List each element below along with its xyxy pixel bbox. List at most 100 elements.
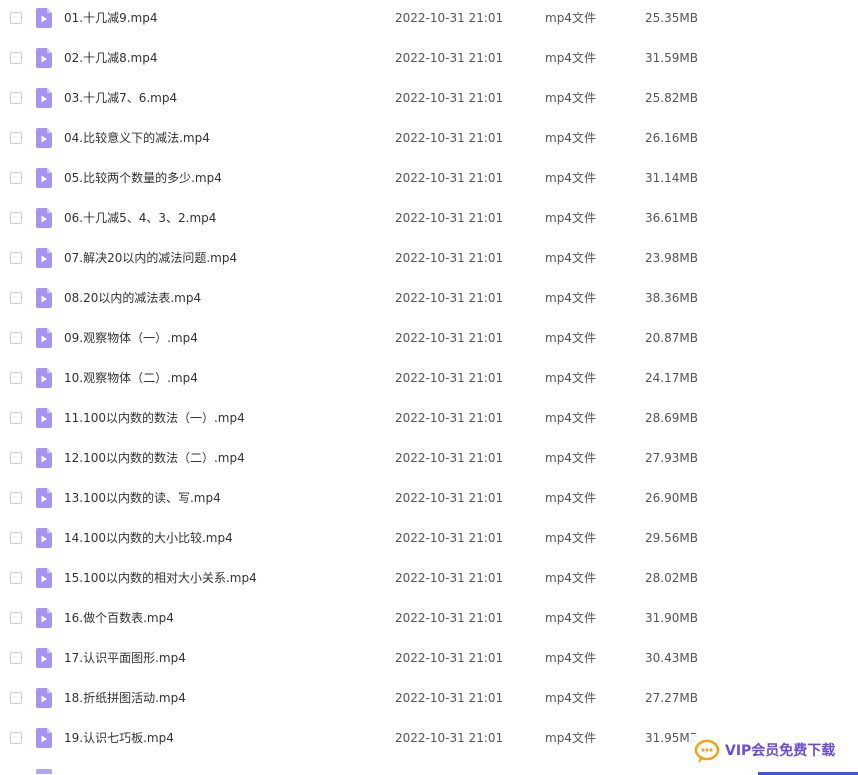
file-select-checkbox[interactable] [10,212,22,224]
file-select-checkbox[interactable] [10,52,22,64]
file-row[interactable]: 01.十几减9.mp4 2022-10-31 21:01 mp4文件 25.35MB [0,0,858,40]
file-type: mp4文件 [545,91,596,105]
file-type: mp4文件 [545,291,596,305]
file-select-checkbox[interactable] [10,572,22,584]
file-select-checkbox[interactable] [10,652,22,664]
file-type: mp4文件 [545,131,596,145]
file-size: 30.43MB [645,651,698,665]
file-name[interactable]: 09.观察物体（一）.mp4 [64,330,198,346]
vip-download-label[interactable]: VIP会员免费下载 [725,742,835,760]
file-select-checkbox[interactable] [10,492,22,504]
file-size: 31.59MB [645,51,698,65]
file-select-checkbox[interactable] [10,292,22,304]
video-file-icon [36,8,52,28]
file-modified-date: 2022-10-31 21:01 [395,211,504,225]
file-modified-date: 2022-10-31 21:01 [395,491,504,505]
file-modified-date: 2022-10-31 21:01 [395,411,504,425]
file-name[interactable]: 17.认识平面图形.mp4 [64,650,186,666]
file-row[interactable]: 12.100以内数的数法（二）.mp4 2022-10-31 21:01 mp4文件… [0,440,858,480]
file-select-checkbox[interactable] [10,172,22,184]
file-name[interactable]: 06.十几减5、4、3、2.mp4 [64,210,216,226]
file-size: 28.02MB [645,571,698,585]
file-size: 29.56MB [645,531,698,545]
file-name[interactable]: 14.100以内数的大小比较.mp4 [64,530,233,546]
file-row[interactable]: 02.十几减8.mp4 2022-10-31 21:01 mp4文件 31.59MB [0,40,858,80]
file-row[interactable]: 10.观察物体（二）.mp4 2022-10-31 21:01 mp4文件 24.17… [0,360,858,400]
file-modified-date: 2022-10-31 21:01 [395,691,504,705]
file-type: mp4文件 [545,491,596,505]
file-name[interactable]: 18.折纸拼图活动.mp4 [64,690,186,706]
file-name[interactable]: 16.做个百数表.mp4 [64,610,174,626]
file-select-checkbox[interactable] [10,12,22,24]
file-modified-date: 2022-10-31 21:01 [395,651,504,665]
file-select-checkbox[interactable] [10,332,22,344]
file-type: mp4文件 [545,211,596,225]
file-select-checkbox[interactable] [10,92,22,104]
file-modified-date: 2022-10-31 21:01 [395,131,504,145]
file-name[interactable]: 02.十几减8.mp4 [64,50,157,66]
file-type: mp4文件 [545,611,596,625]
file-select-checkbox[interactable] [10,372,22,384]
video-file-icon [36,368,52,388]
file-type: mp4文件 [545,11,596,25]
file-name[interactable]: 12.100以内数的数法（二）.mp4 [64,450,245,466]
file-row[interactable]: 03.十几减7、6.mp4 2022-10-31 21:01 mp4文件 25.82M… [0,80,858,120]
file-modified-date: 2022-10-31 21:01 [395,171,504,185]
file-name[interactable]: 15.100以内数的相对大小关系.mp4 [64,570,257,586]
partial-next-row [0,768,858,774]
file-type: mp4文件 [545,731,596,745]
video-file-icon [36,288,52,308]
file-row[interactable]: 08.20以内的减法表.mp4 2022-10-31 21:01 mp4文件 38.3… [0,280,858,320]
video-file-icon [36,648,52,668]
video-file-icon [36,208,52,228]
file-row[interactable]: 07.解决20以内的减法问题.mp4 2022-10-31 21:01 mp4文件 2… [0,240,858,280]
file-name[interactable]: 13.100以内数的读、写.mp4 [64,490,221,506]
file-row[interactable]: 13.100以内数的读、写.mp4 2022-10-31 21:01 mp4文件 26… [0,480,858,520]
file-modified-date: 2022-10-31 21:01 [395,371,504,385]
file-type: mp4文件 [545,451,596,465]
file-name[interactable]: 07.解决20以内的减法问题.mp4 [64,250,237,266]
file-type: mp4文件 [545,171,596,185]
file-select-checkbox[interactable] [10,252,22,264]
file-name[interactable]: 19.认识七巧板.mp4 [64,730,174,746]
video-file-icon [36,168,52,188]
file-modified-date: 2022-10-31 21:01 [395,291,504,305]
file-select-checkbox[interactable] [10,452,22,464]
file-select-checkbox[interactable] [10,732,22,744]
file-type: mp4文件 [545,331,596,345]
file-name[interactable]: 10.观察物体（二）.mp4 [64,370,198,386]
file-modified-date: 2022-10-31 21:01 [395,51,504,65]
file-row[interactable]: 15.100以内数的相对大小关系.mp4 2022-10-31 21:01 mp4文… [0,560,858,600]
file-size: 25.82MB [645,91,698,105]
file-row[interactable]: 04.比较意义下的减法.mp4 2022-10-31 21:01 mp4文件 26.1… [0,120,858,160]
video-file-icon [36,688,52,708]
file-name[interactable]: 01.十几减9.mp4 [64,10,157,26]
file-size: 20.87MB [645,331,698,345]
file-row[interactable]: 17.认识平面图形.mp4 2022-10-31 21:01 mp4文件 30.43M… [0,640,858,680]
file-select-checkbox[interactable] [10,532,22,544]
file-select-checkbox[interactable] [10,612,22,624]
video-file-icon [36,528,52,548]
file-row[interactable]: 05.比较两个数量的多少.mp4 2022-10-31 21:01 mp4文件 31.… [0,160,858,200]
file-select-checkbox[interactable] [10,692,22,704]
video-file-icon [36,88,52,108]
file-select-checkbox[interactable] [10,412,22,424]
file-size: 23.98MB [645,251,698,265]
vip-download-banner[interactable]: VIP会员免费下载 [690,734,858,775]
file-row[interactable]: 16.做个百数表.mp4 2022-10-31 21:01 mp4文件 31.90MB [0,600,858,640]
file-name[interactable]: 08.20以内的减法表.mp4 [64,290,201,306]
file-name[interactable]: 04.比较意义下的减法.mp4 [64,130,210,146]
file-row[interactable]: 18.折纸拼图活动.mp4 2022-10-31 21:01 mp4文件 27.27M… [0,680,858,720]
file-row[interactable]: 11.100以内数的数法（一）.mp4 2022-10-31 21:01 mp4文件… [0,400,858,440]
file-name[interactable]: 11.100以内数的数法（一）.mp4 [64,410,245,426]
file-select-checkbox[interactable] [10,132,22,144]
file-modified-date: 2022-10-31 21:01 [395,451,504,465]
file-name[interactable]: 03.十几减7、6.mp4 [64,90,177,106]
file-row[interactable]: 09.观察物体（一）.mp4 2022-10-31 21:01 mp4文件 20.87… [0,320,858,360]
file-size: 36.61MB [645,211,698,225]
file-row[interactable]: 06.十几减5、4、3、2.mp4 2022-10-31 21:01 mp4文件 36… [0,200,858,240]
file-modified-date: 2022-10-31 21:01 [395,731,504,745]
file-row[interactable]: 14.100以内数的大小比较.mp4 2022-10-31 21:01 mp4文件 2… [0,520,858,560]
video-file-icon [36,568,52,588]
file-name[interactable]: 05.比较两个数量的多少.mp4 [64,170,222,186]
